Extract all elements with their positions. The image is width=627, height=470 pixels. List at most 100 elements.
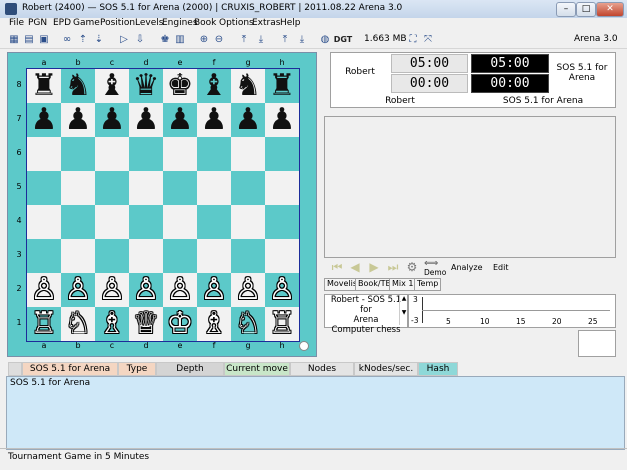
square-f1[interactable]: ♗ — [197, 307, 231, 341]
white-bishop-icon[interactable]: ♗ — [201, 307, 228, 341]
square-g2[interactable]: ♙ — [231, 273, 265, 307]
square-c7[interactable]: ♟ — [95, 103, 129, 137]
black-rook-icon[interactable]: ♜ — [31, 69, 58, 103]
epd-out-icon[interactable]: ⤓ — [295, 32, 309, 46]
black-bishop-icon[interactable]: ♝ — [201, 69, 228, 103]
square-b6[interactable] — [61, 137, 95, 171]
square-g7[interactable]: ♟ — [231, 103, 265, 137]
save-icon[interactable]: ▣ — [37, 32, 51, 46]
black-king-icon[interactable]: ♚ — [167, 69, 194, 103]
infinite-icon[interactable]: ∞ — [60, 32, 74, 46]
zoom-out-icon[interactable]: ⊖ — [212, 32, 226, 46]
white-bishop-icon[interactable]: ♗ — [99, 307, 126, 341]
zoom-in-icon[interactable]: ⊕ — [197, 32, 211, 46]
edit-button[interactable]: Edit — [493, 263, 509, 272]
fullscreen-icon[interactable]: ⛶ — [406, 32, 420, 46]
square-d4[interactable] — [129, 205, 163, 239]
square-g6[interactable] — [231, 137, 265, 171]
minimize-button[interactable]: – — [556, 2, 576, 17]
dgt-icon[interactable]: DGT — [334, 32, 353, 46]
square-d6[interactable] — [129, 137, 163, 171]
engine-output[interactable]: SOS 5.1 for Arena — [6, 376, 625, 450]
menu-extras[interactable]: Extras — [252, 18, 280, 28]
square-e8[interactable]: ♚ — [163, 69, 197, 103]
black-queen-icon[interactable]: ♛ — [133, 69, 160, 103]
black-pawn-icon[interactable]: ♟ — [133, 103, 160, 137]
white-pawn-icon[interactable]: ♙ — [269, 273, 296, 307]
square-b4[interactable] — [61, 205, 95, 239]
notation-area[interactable] — [324, 116, 616, 258]
square-a6[interactable] — [27, 137, 61, 171]
square-h2[interactable]: ♙ — [265, 273, 299, 307]
white-pawn-icon[interactable]: ♙ — [235, 273, 262, 307]
menu-pgn[interactable]: PGN — [28, 18, 47, 28]
black-rook-icon[interactable]: ♜ — [269, 69, 296, 103]
square-f3[interactable] — [197, 239, 231, 273]
maximize-button[interactable]: □ — [576, 2, 596, 17]
black-pawn-icon[interactable]: ♟ — [201, 103, 228, 137]
board-setup-icon[interactable]: ♚ — [158, 32, 172, 46]
tab-temp[interactable]: Temp — [414, 278, 442, 291]
square-d5[interactable] — [129, 171, 163, 205]
square-b3[interactable] — [61, 239, 95, 273]
analyze-button[interactable]: Analyze — [451, 263, 483, 272]
black-pawn-icon[interactable]: ♟ — [167, 103, 194, 137]
menu-options[interactable]: Options — [219, 18, 254, 28]
square-f5[interactable] — [197, 171, 231, 205]
white-rook-icon[interactable]: ♖ — [31, 307, 58, 341]
open-icon[interactable]: ▤ — [22, 32, 36, 46]
play-icon[interactable]: ▷ — [117, 32, 131, 46]
square-d3[interactable] — [129, 239, 163, 273]
square-d7[interactable]: ♟ — [129, 103, 163, 137]
chess-board[interactable]: ♜ ♞ ♝ ♛ ♚ ♝ ♞ ♜ ♟ ♟ ♟ ♟ ♟ ♟ ♟ ♟ ♙ ♙ ♙ ♙ ♙ ♙ ♙ ♙ ♖ ♘ ♗ ♕ ♔ ♗ ♘ ♖ — [26, 68, 300, 342]
menu-engines[interactable]: Engines — [162, 18, 198, 28]
black-pawn-icon[interactable]: ♟ — [65, 103, 92, 137]
square-a5[interactable] — [27, 171, 61, 205]
white-pawn-icon[interactable]: ♙ — [99, 273, 126, 307]
white-pawn-icon[interactable]: ♙ — [201, 273, 228, 307]
first-move-icon[interactable]: ⏮ — [330, 260, 344, 274]
info-toggle[interactable] — [8, 362, 22, 376]
white-rook-icon[interactable]: ♖ — [269, 307, 296, 341]
globe-icon[interactable]: ◍ — [318, 32, 332, 46]
square-b7[interactable]: ♟ — [61, 103, 95, 137]
square-d2[interactable]: ♙ — [129, 273, 163, 307]
white-queen-icon[interactable]: ♕ — [133, 307, 160, 341]
prev-move-icon[interactable]: ◀ — [348, 260, 362, 274]
menu-position[interactable]: Position — [100, 18, 135, 28]
black-knight-icon[interactable]: ♞ — [65, 69, 92, 103]
square-e5[interactable] — [163, 171, 197, 205]
next-move-icon[interactable]: ▶ — [367, 260, 381, 274]
square-b5[interactable] — [61, 171, 95, 205]
square-c8[interactable]: ♝ — [95, 69, 129, 103]
lev-down-icon[interactable]: ⇣ — [92, 32, 106, 46]
square-g3[interactable] — [231, 239, 265, 273]
menu-epd[interactable]: EPD — [53, 18, 71, 28]
square-e4[interactable] — [163, 205, 197, 239]
square-c1[interactable]: ♗ — [95, 307, 129, 341]
square-a7[interactable]: ♟ — [27, 103, 61, 137]
menu-help[interactable]: Help — [280, 18, 301, 28]
black-knight-icon[interactable]: ♞ — [235, 69, 262, 103]
square-e1[interactable]: ♔ — [163, 307, 197, 341]
square-f4[interactable] — [197, 205, 231, 239]
black-pawn-icon[interactable]: ♟ — [235, 103, 262, 137]
lev-up-icon[interactable]: ⇡ — [76, 32, 90, 46]
pgn-in-icon[interactable]: ⤒ — [237, 32, 251, 46]
white-knight-icon[interactable]: ♘ — [65, 307, 92, 341]
square-f2[interactable]: ♙ — [197, 273, 231, 307]
menu-game[interactable]: Game — [73, 18, 100, 28]
square-e7[interactable]: ♟ — [163, 103, 197, 137]
resize-icon[interactable]: ⤧ — [421, 32, 435, 46]
black-bishop-icon[interactable]: ♝ — [99, 69, 126, 103]
white-knight-icon[interactable]: ♘ — [235, 307, 262, 341]
square-c2[interactable]: ♙ — [95, 273, 129, 307]
square-a1[interactable]: ♖ — [27, 307, 61, 341]
square-f6[interactable] — [197, 137, 231, 171]
black-pawn-icon[interactable]: ♟ — [31, 103, 58, 137]
white-pawn-icon[interactable]: ♙ — [65, 273, 92, 307]
square-h1[interactable]: ♖ — [265, 307, 299, 341]
square-e6[interactable] — [163, 137, 197, 171]
hint-icon[interactable]: ⇩ — [133, 32, 147, 46]
square-g1[interactable]: ♘ — [231, 307, 265, 341]
